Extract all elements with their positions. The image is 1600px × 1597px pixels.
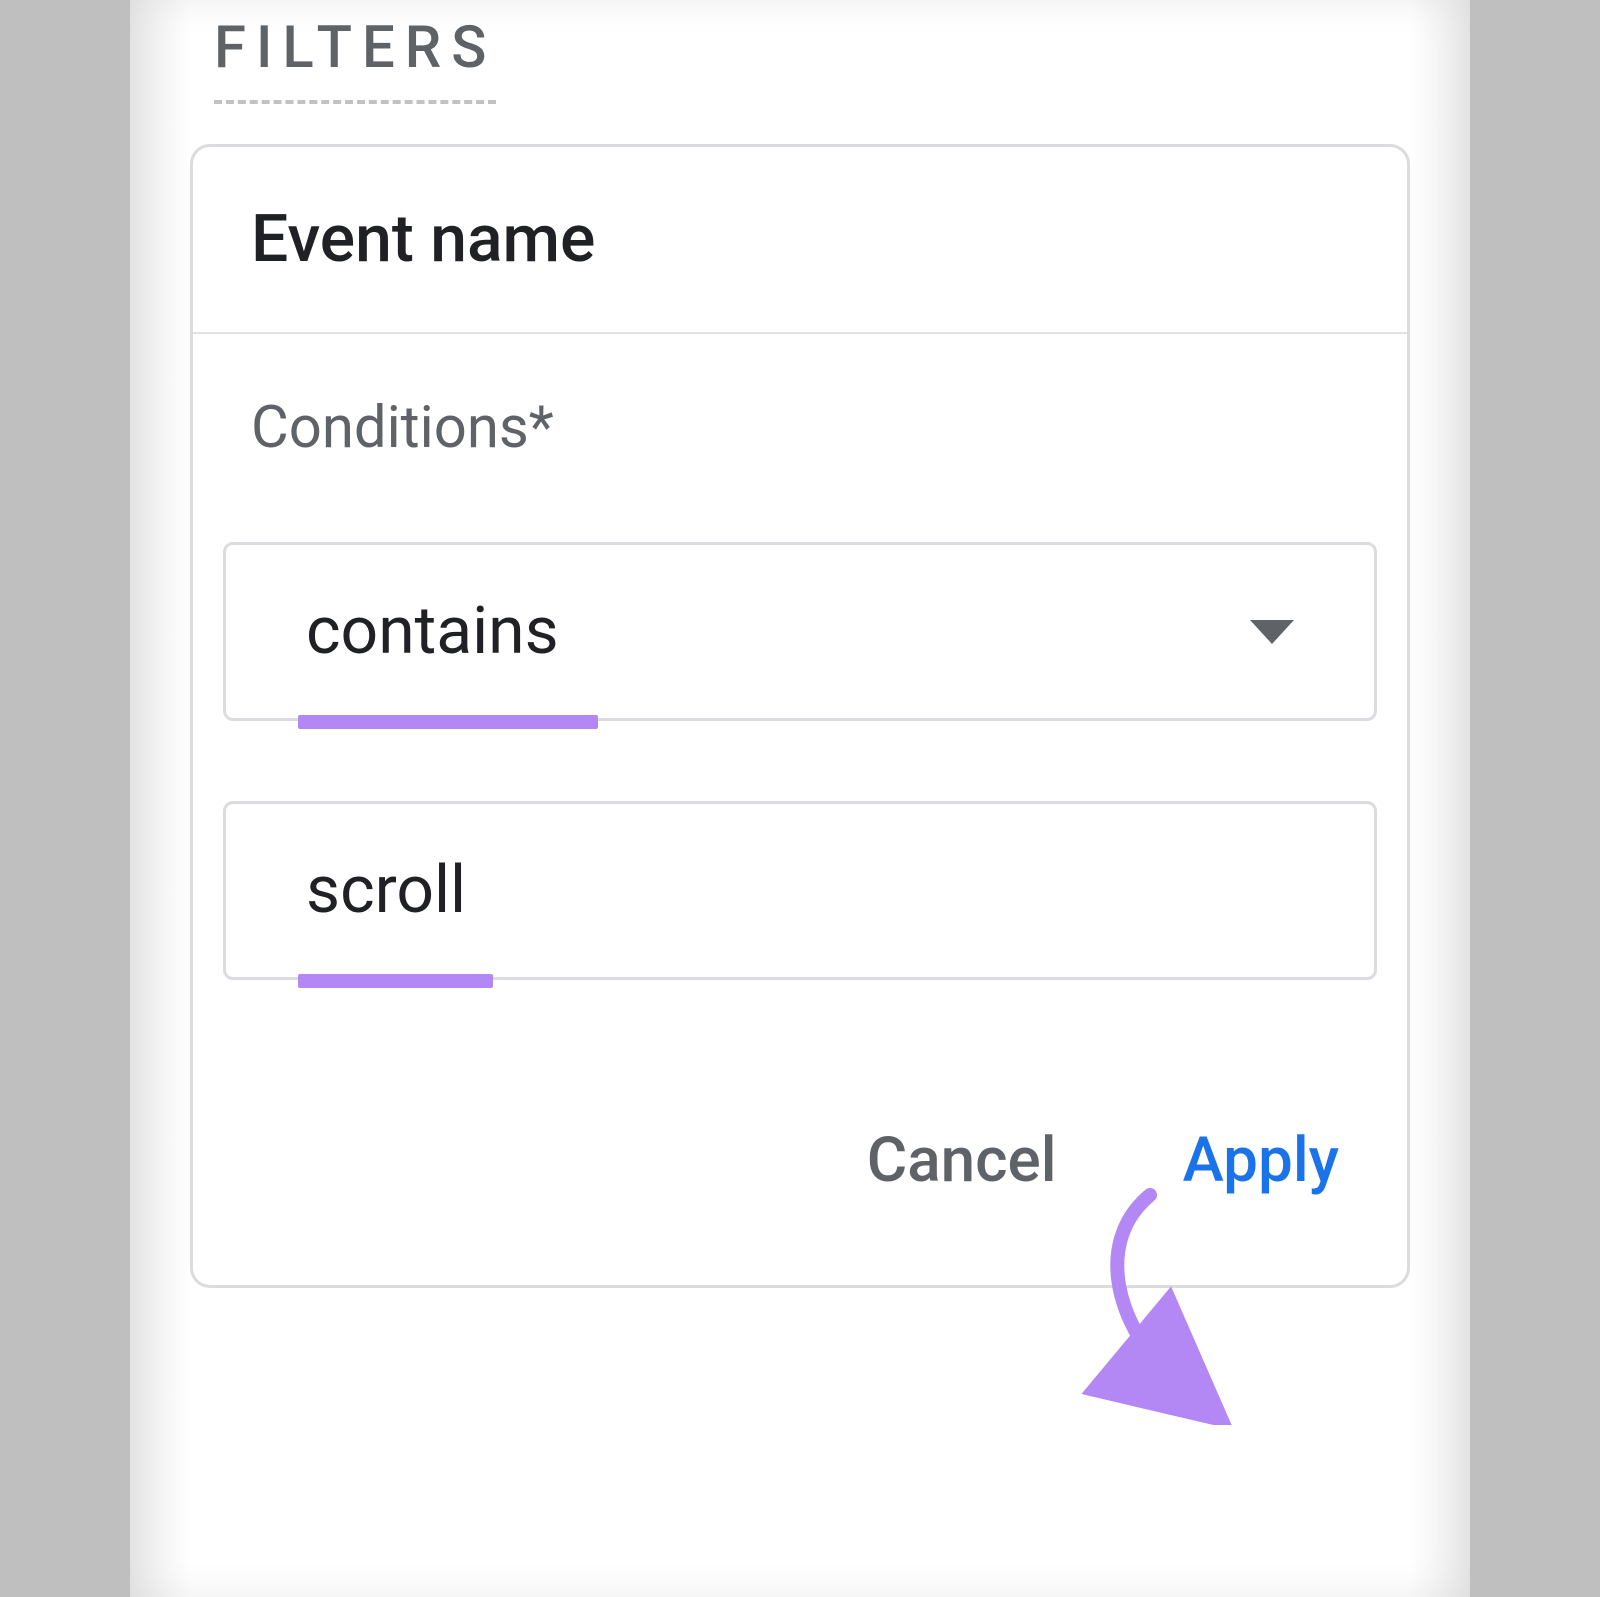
- highlight-underline: [298, 974, 493, 988]
- filter-card: Event name Conditions* contains Cancel A…: [190, 144, 1410, 1288]
- dimension-name: Event name: [251, 201, 1349, 278]
- filter-card-body: Conditions* contains Cancel Apply: [193, 334, 1407, 1285]
- operator-select-value: contains: [306, 593, 559, 670]
- cancel-button[interactable]: Cancel: [859, 1120, 1065, 1201]
- value-input-wrap: [223, 801, 1377, 980]
- apply-button[interactable]: Apply: [1175, 1120, 1347, 1201]
- highlight-underline: [298, 715, 598, 729]
- button-row: Cancel Apply: [223, 1060, 1377, 1245]
- filter-value-input[interactable]: [223, 801, 1377, 980]
- filters-section-label: FILTERS: [214, 0, 496, 104]
- filter-card-header[interactable]: Event name: [193, 147, 1407, 334]
- chevron-down-icon: [1250, 620, 1294, 644]
- filters-panel: FILTERS Event name Conditions* contains …: [130, 0, 1470, 1597]
- operator-select[interactable]: contains: [223, 542, 1377, 721]
- operator-select-wrap: contains: [223, 542, 1377, 721]
- conditions-label: Conditions*: [223, 394, 1377, 462]
